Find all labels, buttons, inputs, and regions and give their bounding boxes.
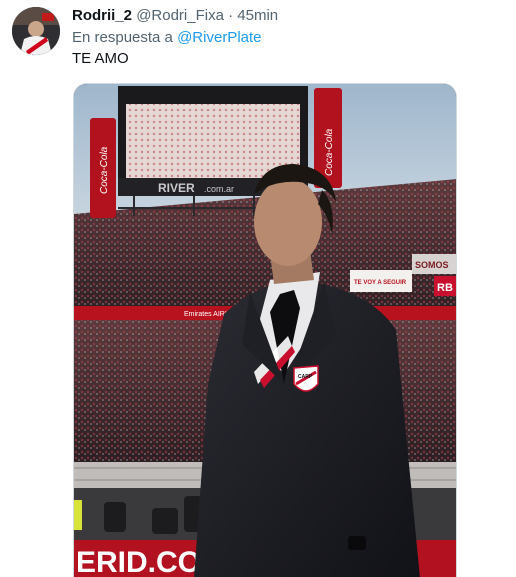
scoreboard-brand-text: RIVER [158,181,195,195]
scoreboard-domain-text: .com.ar [204,184,234,194]
tweet-card[interactable]: Rodrii_2 @Rodri_Fixa · 45min En respuest… [0,0,516,577]
sponsor-right-text: Coca-Cola [324,128,335,176]
led-board-text: ERID.CO [76,546,201,577]
display-name[interactable]: Rodrii_2 [72,7,132,24]
stadium-photo: Emirates AIRLINES TE VOY A SEGUIR SOMOS … [74,84,456,577]
banner-3-text: RB [437,282,453,294]
separator-dot: · [228,7,234,24]
tweet-text: TE AMO [72,50,129,67]
reply-mention-link[interactable]: @RiverPlate [177,29,261,46]
tweet-header: Rodrii_2 @Rodri_Fixa · 45min [72,6,504,26]
avatar[interactable] [12,7,60,55]
club-crest-text: CARP [298,374,313,380]
tweet-timestamp[interactable]: 45min [237,7,278,24]
reply-prefix: En respuesta a [72,29,173,46]
sponsor-left-text: Coca-Cola [99,146,110,194]
tweet-content: Rodrii_2 @Rodri_Fixa · 45min En respuest… [72,6,504,69]
reply-context: En respuesta a @RiverPlate [72,28,504,48]
banner-2-text: SOMOS [415,260,449,270]
banner-1-text: TE VOY A SEGUIR [354,280,407,286]
user-handle[interactable]: @Rodri_Fixa [136,7,224,24]
tweet-photo[interactable]: Emirates AIRLINES TE VOY A SEGUIR SOMOS … [73,83,457,577]
